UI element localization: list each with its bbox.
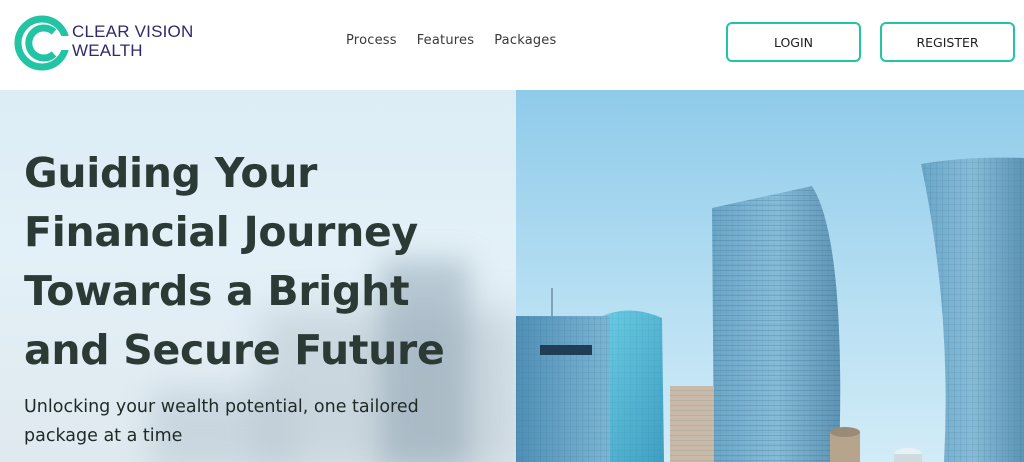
hero-headline-line: Financial Journey (24, 208, 418, 256)
site-header: CLEAR VISION WEALTH Process Features Pac… (0, 0, 1024, 90)
login-button[interactable]: LOGIN (726, 22, 861, 62)
hero-headline: Guiding Your Financial Journey Towards a… (24, 144, 494, 380)
brand-name: CLEAR VISION WEALTH (72, 22, 193, 60)
nav-link-packages[interactable]: Packages (494, 33, 556, 48)
c-ring-logo-icon (14, 15, 72, 71)
brand-logo[interactable]: CLEAR VISION WEALTH (14, 14, 194, 74)
brand-name-line1: CLEAR VISION (72, 22, 194, 41)
hero-headline-line: Towards a Bright (24, 267, 410, 315)
hero-headline-line: Guiding Your (24, 149, 318, 197)
hero-section: Guiding Your Financial Journey Towards a… (0, 90, 1024, 462)
register-button[interactable]: REGISTER (880, 22, 1015, 62)
hero-headline-line: and Secure Future (24, 326, 445, 374)
brand-name-line2: WEALTH (72, 41, 143, 60)
hero-subheadline-line: package at a time (24, 426, 183, 446)
nav-link-features[interactable]: Features (417, 33, 475, 48)
nav-link-process[interactable]: Process (346, 33, 397, 48)
main-nav: Process Features Packages (346, 33, 556, 48)
hero-subheadline: Unlocking your wealth potential, one tai… (24, 393, 494, 451)
city-skyscrapers-image (516, 90, 1024, 462)
hero-subheadline-line: Unlocking your wealth potential, one tai… (24, 397, 419, 417)
